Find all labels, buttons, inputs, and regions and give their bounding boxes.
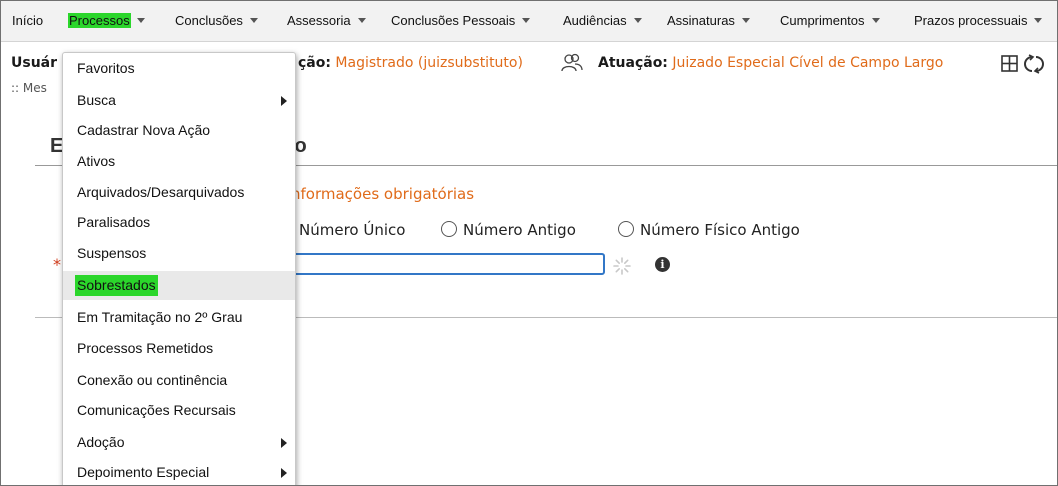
caret-down-icon [633,18,642,24]
dropdown-item-favoritos[interactable]: Favoritos [63,54,295,83]
caret-down-icon [871,18,880,24]
dropdown-item-busca[interactable]: Busca [63,86,295,115]
caret-down-icon [1034,18,1043,24]
caret-down-icon [249,18,258,24]
dropdown-item-depoimento-especial[interactable]: Depoimento Especial [63,458,295,485]
dropdown-item-label: Paralisados [77,214,151,230]
dropdown-item-label: Arquivados/Desarquivados [77,184,245,200]
dropdown-item-ativos[interactable]: Ativos [63,147,295,176]
dropdown-item-label: Busca [77,92,116,108]
required-star: * [53,255,61,274]
dropdown-item-label: Cadastrar Nova Ação [77,122,211,138]
menu-label: Cumprimentos [780,13,865,28]
dropdown-item-processos-remetidos[interactable]: Processos Remetidos [63,334,295,363]
dropdown-item-cadastrar-nova-acao[interactable]: Cadastrar Nova Ação [63,116,295,145]
dropdown-item-label: Adoção [77,434,125,450]
atuacao-info: Atuação: Juizado Especial Cível de Campo… [598,55,943,71]
menu-assinaturas[interactable]: Assinaturas [666,12,750,30]
users-icon[interactable] [561,53,583,73]
dropdown-item-arquivados[interactable]: Arquivados/Desarquivados [63,178,295,207]
process-number-input[interactable] [261,253,605,275]
radio-label: Número Antigo [463,221,576,239]
menu-audiencias[interactable]: Audiências [562,12,642,30]
radio-numero-fisico-antigo[interactable]: Número Físico Antigo [618,221,800,239]
caret-down-icon [136,18,145,24]
menu-label: Conclusões Pessoais [391,13,516,28]
menu-label: Audiências [563,13,627,28]
radio-label: Número Físico Antigo [640,221,800,239]
breadcrumb: :: Mes [11,81,47,95]
user-label: Usuár [11,55,58,71]
profile-info: ção: Magistrado (juizsubstituto) [298,55,523,71]
required-info-text: nformações obrigatórias [291,185,475,203]
caret-down-icon [522,18,531,24]
dropdown-item-label: Processos Remetidos [77,340,214,356]
menu-label: Início [12,13,44,28]
menu-cumprimentos[interactable]: Cumprimentos [779,12,880,30]
chevron-right-icon [281,438,287,448]
app-window: Início Processos Conclusões Assessoria C… [0,0,1058,486]
dropdown-item-conexao[interactable]: Conexão ou continência [63,366,295,395]
caret-down-icon [741,18,750,24]
menu-label: Assessoria [287,13,351,28]
dropdown-item-sobrestados[interactable]: Sobrestados [63,271,295,300]
atuacao-value: Juizado Especial Cível de Campo Largo [672,55,944,71]
atuacao-label: Atuação: [598,55,668,71]
dropdown-item-label: Conexão ou continência [77,372,228,388]
dropdown-item-comunicacoes-recursais[interactable]: Comunicações Recursais [63,396,295,425]
radio-numero-unico[interactable]: Número Único [299,221,405,239]
dropdown-item-label: Sobrestados [75,275,158,296]
menu-label: Prazos processuais [914,13,1028,28]
dropdown-item-label: Depoimento Especial [77,464,210,480]
menu-label: Processos [68,13,131,28]
dropdown-item-label: Em Tramitação no 2º Grau [77,309,243,325]
radio-circle [618,221,634,237]
spinner-icon [613,257,631,275]
menu-processos[interactable]: Processos [68,12,145,30]
menu-conclusoes[interactable]: Conclusões [174,12,258,30]
menu-label: Conclusões [175,13,243,28]
profile-label: ção: [298,55,331,71]
radio-label: Número Único [299,221,406,239]
radio-numero-antigo[interactable]: Número Antigo [441,221,576,239]
menu-label: Assinaturas [667,13,735,28]
caret-down-icon [357,18,366,24]
menu-inicio[interactable]: Início [11,12,44,30]
dropdown-item-em-tramitacao[interactable]: Em Tramitação no 2º Grau [63,303,295,332]
refresh-icon[interactable] [1024,54,1044,74]
dropdown-item-label: Favoritos [77,60,135,76]
profile-value: Magistrado (juizsubstituto) [335,55,523,71]
dropdown-item-label: Suspensos [77,245,147,261]
top-menu-bar: Início Processos Conclusões Assessoria C… [1,1,1057,42]
dropdown-item-paralisados[interactable]: Paralisados [63,208,295,237]
info-icon[interactable]: i [655,257,670,272]
menu-prazos-processuais[interactable]: Prazos processuais [913,12,1043,30]
radio-circle [441,221,457,237]
chevron-right-icon [281,468,287,478]
menu-conclusoes-pessoais[interactable]: Conclusões Pessoais [390,12,531,30]
dropdown-item-suspensos[interactable]: Suspensos [63,239,295,268]
dropdown-item-label: Comunicações Recursais [77,402,236,418]
dropdown-item-adocao[interactable]: Adoção [63,428,295,457]
processos-dropdown-menu: Favoritos Busca Cadastrar Nova Ação Ativ… [62,52,296,485]
menu-assessoria[interactable]: Assessoria [286,12,366,30]
dropdown-item-label: Ativos [77,153,116,169]
grid-icon[interactable] [1001,55,1018,72]
chevron-right-icon [281,96,287,106]
